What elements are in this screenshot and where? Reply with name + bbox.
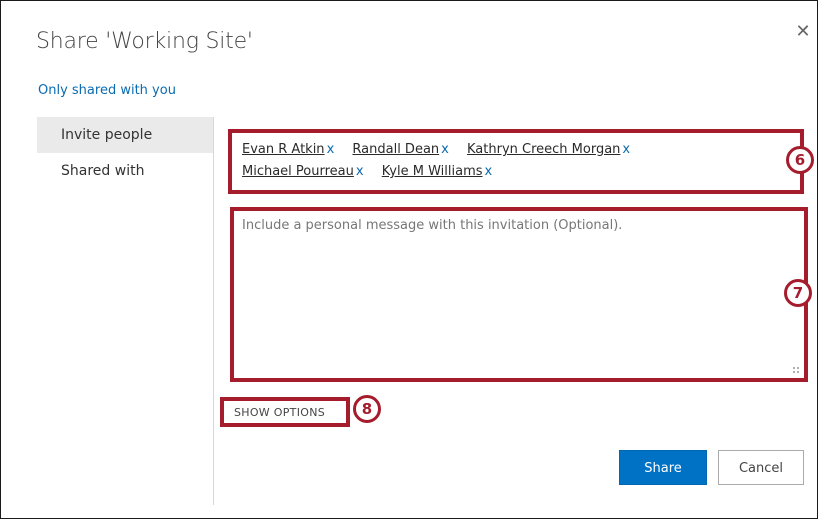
personal-message-box <box>230 207 808 382</box>
person-chip-name[interactable]: Evan R Atkin <box>242 139 325 161</box>
shared-status-link[interactable]: Only shared with you <box>38 83 176 98</box>
remove-person-button[interactable]: x <box>441 142 449 157</box>
dialog-title: Share 'Working Site' <box>36 29 253 54</box>
person-chip-name[interactable]: Kathryn Creech Morgan <box>467 139 620 161</box>
share-button[interactable]: Share <box>619 450 707 485</box>
people-list: Evan R Atkin x Randall Dean x Kathryn Cree… <box>242 139 782 183</box>
remove-person-button[interactable]: x <box>327 142 335 157</box>
remove-person-button[interactable]: x <box>356 164 364 179</box>
remove-person-button[interactable]: x <box>622 142 630 157</box>
share-dialog: Share 'Working Site' ✕ Only shared with … <box>0 0 818 519</box>
close-icon[interactable]: ✕ <box>792 21 814 43</box>
annotation-badge-6: 6 <box>786 146 814 174</box>
person-chip-name[interactable]: Michael Pourreau <box>242 161 354 183</box>
personal-message-input[interactable] <box>234 211 804 378</box>
resize-grip-icon[interactable] <box>792 366 800 374</box>
show-options-highlight: SHOW OPTIONS <box>220 397 350 427</box>
person-chip-name[interactable]: Randall Dean <box>352 139 439 161</box>
show-options-link[interactable]: SHOW OPTIONS <box>234 406 325 419</box>
cancel-button[interactable]: Cancel <box>718 450 804 485</box>
remove-person-button[interactable]: x <box>485 164 493 179</box>
sidebar-item-invite-people[interactable]: Invite people <box>37 117 213 153</box>
person-chip-name[interactable]: Kyle M Williams <box>382 161 483 183</box>
sidebar: Invite people Shared with <box>37 117 213 189</box>
sidebar-item-shared-with[interactable]: Shared with <box>37 153 213 189</box>
annotation-badge-8: 8 <box>353 395 381 423</box>
annotation-badge-7: 7 <box>784 279 812 307</box>
people-picker-field[interactable]: Evan R Atkin x Randall Dean x Kathryn Cree… <box>228 129 804 194</box>
sidebar-divider <box>213 117 214 505</box>
